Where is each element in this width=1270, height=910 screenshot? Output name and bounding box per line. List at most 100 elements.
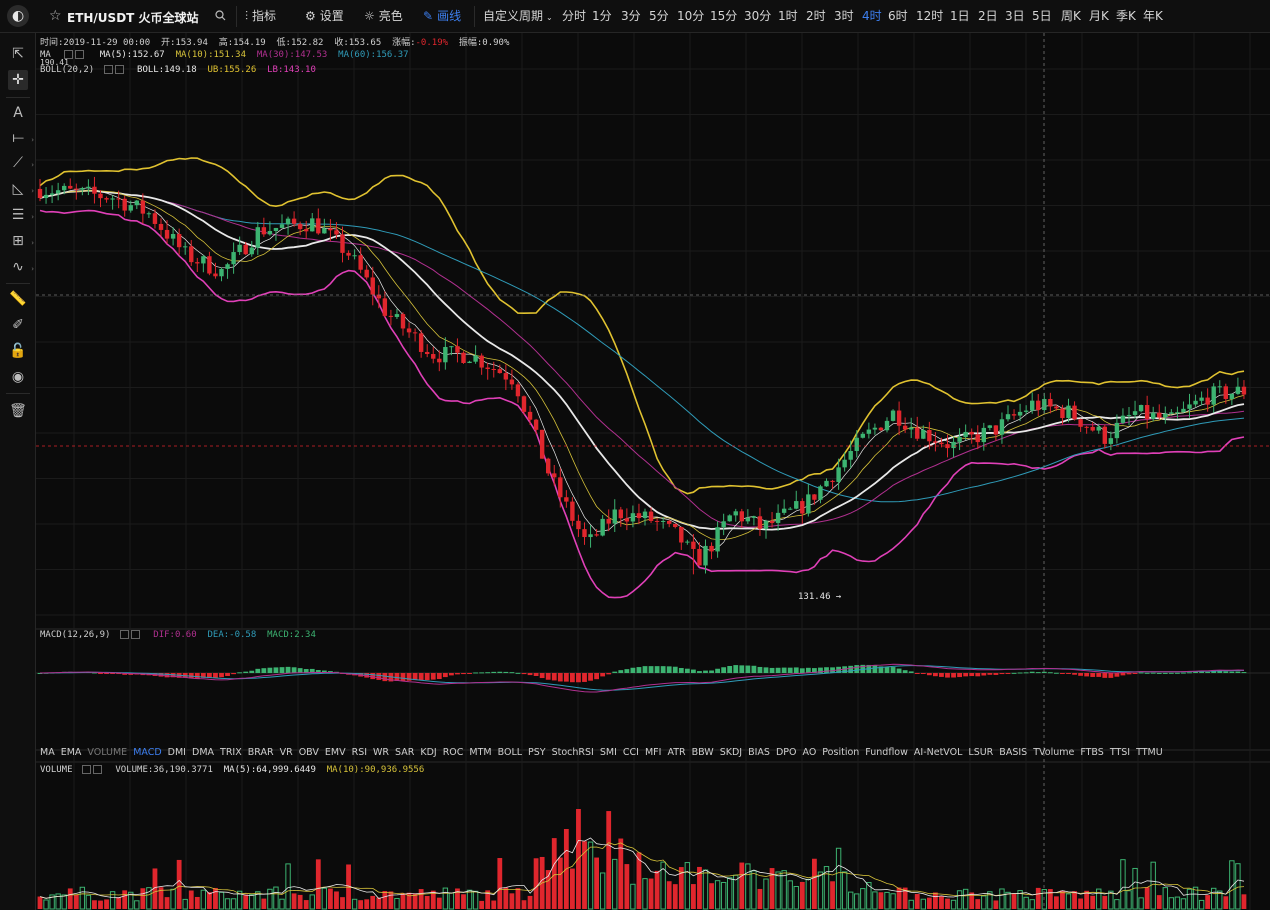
settings-button[interactable]: ⚙ 设置 bbox=[305, 0, 344, 33]
period-8[interactable]: 2时 bbox=[806, 0, 826, 33]
indicator-tab-obv[interactable]: OBV bbox=[299, 747, 319, 758]
candle-body bbox=[467, 361, 472, 363]
crosshair-icon[interactable]: ✛ bbox=[8, 70, 28, 90]
ruler-icon[interactable]: 📏 bbox=[8, 289, 28, 309]
indicator-tab-dma[interactable]: DMA bbox=[192, 747, 214, 758]
period-4[interactable]: 10分 bbox=[677, 0, 704, 33]
indicator-tab-bias[interactable]: BIAS bbox=[748, 747, 770, 758]
trash-icon[interactable]: 🗑 bbox=[8, 401, 28, 421]
close-icon[interactable] bbox=[130, 630, 140, 639]
period-11[interactable]: 6时 bbox=[888, 0, 908, 33]
triangle-icon[interactable]: ◺ › bbox=[8, 179, 34, 199]
indicator-tab-stochrsi[interactable]: StochRSI bbox=[552, 747, 594, 758]
indicator-tab-basis[interactable]: BASIS bbox=[999, 747, 1027, 758]
indicator-tab-tvolume[interactable]: TVolume bbox=[1033, 747, 1074, 758]
favorite-star-icon[interactable]: ☆ bbox=[49, 9, 62, 23]
candle-body bbox=[1235, 386, 1241, 394]
indicator-tab-brar[interactable]: BRAR bbox=[248, 747, 274, 758]
period-19[interactable]: 季K bbox=[1116, 0, 1136, 33]
indicator-tab-ftbs[interactable]: FTBS bbox=[1080, 747, 1103, 758]
indicator-tab-ttmu[interactable]: TTMU bbox=[1136, 747, 1163, 758]
period-15[interactable]: 3日 bbox=[1005, 0, 1025, 33]
indicator-tab-wr[interactable]: WR bbox=[373, 747, 389, 758]
candle-body bbox=[685, 541, 690, 543]
candle-body bbox=[1114, 422, 1120, 439]
search-icon[interactable] bbox=[215, 10, 226, 21]
macd-histogram-bar bbox=[1162, 672, 1168, 674]
period-7[interactable]: 1时 bbox=[778, 0, 798, 33]
symbol-title[interactable]: ETH/USDT 火币全球站 bbox=[67, 9, 199, 26]
pencil-icon[interactable]: ✐ bbox=[8, 315, 28, 335]
indicator-tab-bbw[interactable]: BBW bbox=[692, 747, 714, 758]
period-2[interactable]: 3分 bbox=[621, 0, 641, 33]
indicator-tab-mfi[interactable]: MFI bbox=[645, 747, 661, 758]
indicators-button[interactable]: ⫶ 指标 bbox=[245, 0, 276, 33]
custom-period-button[interactable]: 自定义周期 ⌄ bbox=[483, 0, 553, 33]
draw-button[interactable]: ✎ 画线 bbox=[423, 0, 461, 33]
indicator-tab-ttsi[interactable]: TTSI bbox=[1110, 747, 1130, 758]
indicator-tab-skdj[interactable]: SKDJ bbox=[720, 747, 742, 758]
horizontal-line-icon[interactable]: ⟝ › bbox=[8, 128, 34, 148]
indicator-tab-fundflow[interactable]: Fundflow bbox=[865, 747, 908, 758]
logo[interactable]: ◐ bbox=[7, 5, 29, 27]
lock-icon[interactable]: 🔓 bbox=[8, 341, 28, 361]
indicator-tab-psy[interactable]: PSY bbox=[528, 747, 546, 758]
indicator-tab-dmi[interactable]: DMI bbox=[168, 747, 186, 758]
text-tool-icon[interactable]: A bbox=[8, 103, 28, 123]
candle-body bbox=[322, 228, 327, 234]
period-12[interactable]: 12时 bbox=[916, 0, 943, 33]
indicator-tab-trix[interactable]: TRIX bbox=[220, 747, 242, 758]
candle-body bbox=[1017, 411, 1023, 416]
indicator-tab-rsi[interactable]: RSI bbox=[352, 747, 367, 758]
parallel-lines-icon[interactable]: ☰ › bbox=[8, 205, 34, 225]
trend-line-icon[interactable]: ⟋ › bbox=[8, 153, 34, 173]
period-17[interactable]: 周K bbox=[1061, 0, 1081, 33]
settings-toggle-icon[interactable] bbox=[81, 765, 91, 774]
close-icon[interactable] bbox=[114, 65, 124, 74]
indicator-tab-dpo[interactable]: DPO bbox=[776, 747, 797, 758]
indicator-tab-emv[interactable]: EMV bbox=[325, 747, 346, 758]
period-9[interactable]: 3时 bbox=[834, 0, 854, 33]
indicator-tab-mtm[interactable]: MTM bbox=[469, 747, 491, 758]
period-0[interactable]: 分时 bbox=[562, 0, 586, 33]
period-16[interactable]: 5日 bbox=[1032, 0, 1052, 33]
indicator-tab-ema[interactable]: EMA bbox=[61, 747, 82, 758]
theme-button[interactable]: ☼ 亮色 bbox=[364, 0, 403, 33]
period-14[interactable]: 2日 bbox=[978, 0, 998, 33]
indicator-tab-volume[interactable]: VOLUME bbox=[87, 747, 127, 758]
indicator-tab-ai-netvol[interactable]: AI-NetVOL bbox=[914, 747, 963, 758]
indicator-tab-atr[interactable]: ATR bbox=[667, 747, 685, 758]
wave-icon[interactable]: ∿ › bbox=[8, 257, 34, 277]
indicator-tab-boll[interactable]: BOLL bbox=[498, 747, 522, 758]
period-20[interactable]: 年K bbox=[1143, 0, 1163, 33]
period-1[interactable]: 1分 bbox=[592, 0, 612, 33]
indicator-tab-lsur[interactable]: LSUR bbox=[968, 747, 993, 758]
settings-toggle-icon[interactable] bbox=[119, 630, 129, 639]
close-icon[interactable] bbox=[92, 765, 102, 774]
period-10[interactable]: 4时 bbox=[862, 0, 882, 33]
period-3[interactable]: 5分 bbox=[649, 0, 669, 33]
indicator-tab-cci[interactable]: CCI bbox=[623, 747, 639, 758]
period-6[interactable]: 30分 bbox=[744, 0, 771, 33]
indicator-tab-ma[interactable]: MA bbox=[40, 747, 55, 758]
cursor-arrow-icon[interactable]: ⇱ bbox=[8, 44, 28, 64]
close-icon[interactable] bbox=[75, 50, 85, 59]
indicator-tab-kdj[interactable]: KDJ bbox=[420, 747, 436, 758]
chart-canvas[interactable] bbox=[36, 33, 1270, 910]
period-18[interactable]: 月K bbox=[1089, 0, 1109, 33]
indicator-tab-smi[interactable]: SMI bbox=[600, 747, 617, 758]
indicator-tab-macd[interactable]: MACD bbox=[133, 747, 161, 758]
volume-bar bbox=[533, 858, 539, 909]
eye-icon[interactable]: ◉ bbox=[8, 367, 28, 387]
candle-body bbox=[74, 188, 79, 190]
indicator-tab-sar[interactable]: SAR bbox=[395, 747, 414, 758]
settings-toggle-icon[interactable] bbox=[103, 65, 113, 74]
indicator-tab-position[interactable]: Position bbox=[822, 747, 859, 758]
indicator-tab-ao[interactable]: AO bbox=[802, 747, 816, 758]
macd-histogram-bar bbox=[370, 673, 376, 680]
period-13[interactable]: 1日 bbox=[950, 0, 970, 33]
indicator-tab-vr[interactable]: VR bbox=[280, 747, 293, 758]
grid-icon[interactable]: ⊞ › bbox=[8, 231, 34, 251]
period-5[interactable]: 15分 bbox=[710, 0, 737, 33]
indicator-tab-roc[interactable]: ROC bbox=[443, 747, 464, 758]
